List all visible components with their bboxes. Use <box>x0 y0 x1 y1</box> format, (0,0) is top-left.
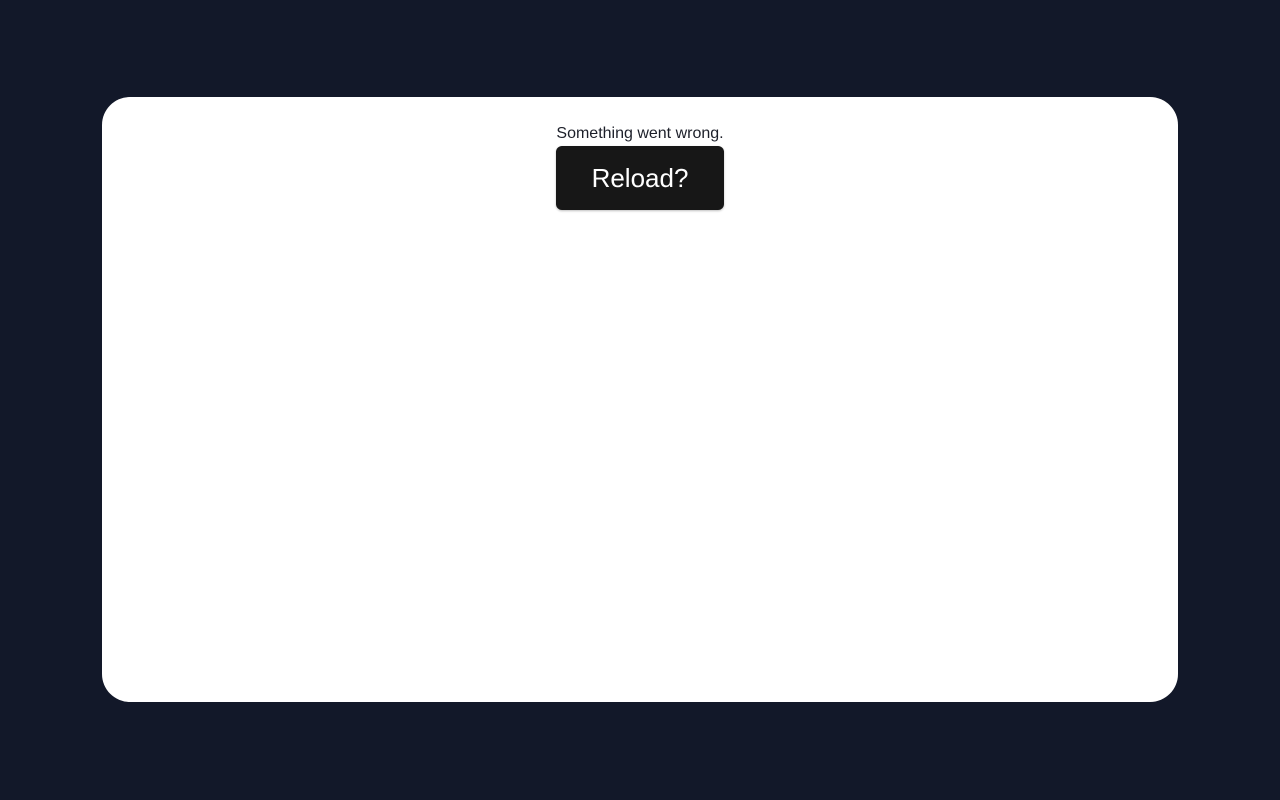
error-card: Something went wrong. Reload? <box>102 97 1178 702</box>
error-message: Something went wrong. <box>556 125 724 142</box>
error-container: Something went wrong. Reload? <box>102 124 1178 210</box>
reload-button[interactable]: Reload? <box>556 146 724 210</box>
